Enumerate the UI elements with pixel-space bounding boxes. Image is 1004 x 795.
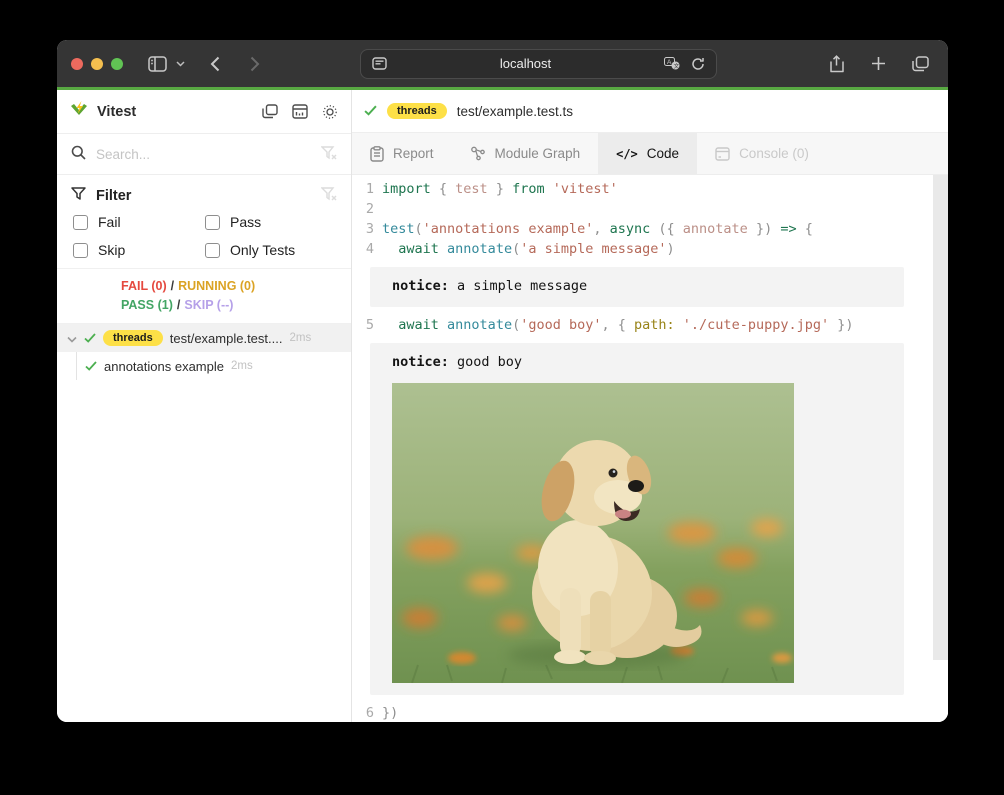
running-count: RUNNING (0) bbox=[178, 279, 255, 293]
line-number: 4 bbox=[352, 239, 374, 259]
forward-button[interactable] bbox=[241, 50, 269, 78]
filter-checkbox-skip[interactable]: Skip bbox=[73, 242, 205, 258]
notice-text: notice: a simple message bbox=[392, 277, 882, 295]
file-path: test/example.test.ts bbox=[457, 104, 573, 119]
scrollbar[interactable] bbox=[933, 175, 948, 660]
pass-count: PASS (1) bbox=[121, 298, 173, 312]
code-line: 3test('annotations example', async ({ an… bbox=[352, 219, 948, 239]
address-bar[interactable]: localhost A文 bbox=[360, 49, 717, 79]
test-duration: 2ms bbox=[289, 332, 311, 344]
code-line: 6}) bbox=[352, 703, 948, 722]
tab-code[interactable]: </> Code bbox=[598, 133, 697, 174]
search-icon bbox=[71, 145, 86, 163]
clear-search-filter-icon[interactable] bbox=[321, 146, 337, 163]
checkbox-icon[interactable] bbox=[73, 243, 88, 258]
browser-toolbar: localhost A文 bbox=[57, 40, 948, 87]
search-row bbox=[57, 134, 351, 175]
checkbox-icon[interactable] bbox=[205, 215, 220, 230]
sidebar-menu-chevron-icon[interactable] bbox=[173, 50, 187, 78]
translate-icon[interactable]: A文 bbox=[662, 50, 682, 78]
back-button[interactable] bbox=[201, 50, 229, 78]
tab-overview-icon[interactable] bbox=[906, 50, 934, 78]
line-number: 2 bbox=[352, 199, 374, 219]
vitest-logo-icon bbox=[69, 100, 89, 123]
test-case-row[interactable]: annotations example 2ms bbox=[57, 352, 351, 380]
page-settings-icon[interactable] bbox=[369, 50, 389, 78]
filter-section: Filter Fail Pass Skip Only Tests bbox=[57, 175, 351, 268]
theme-toggle-sun-icon[interactable] bbox=[321, 103, 339, 121]
annotation-notice: notice: good boy bbox=[370, 343, 904, 695]
test-case-name: annotations example bbox=[104, 359, 224, 374]
pool-badge: threads bbox=[103, 330, 163, 346]
code-editor[interactable]: 1import { test } from 'vitest'23test('an… bbox=[352, 175, 948, 722]
fail-count: FAIL (0) bbox=[121, 279, 167, 293]
code-text: await annotate('good boy', { path: './cu… bbox=[374, 315, 854, 335]
zoom-window-button[interactable] bbox=[111, 58, 123, 70]
test-duration: 2ms bbox=[231, 360, 253, 372]
code-text bbox=[374, 199, 382, 219]
app-title: Vitest bbox=[97, 104, 253, 120]
tab-console[interactable]: Console (0) bbox=[697, 133, 827, 174]
code-text: }) bbox=[374, 703, 398, 722]
test-file-name: test/example.test.... bbox=[170, 331, 283, 346]
code-line: 1import { test } from 'vitest' bbox=[352, 179, 948, 199]
dashboard-icon[interactable] bbox=[291, 103, 309, 121]
chevron-down-icon[interactable] bbox=[67, 331, 77, 346]
filter-checkbox-pass[interactable]: Pass bbox=[205, 214, 337, 230]
minimize-window-button[interactable] bbox=[91, 58, 103, 70]
notice-text: notice: good boy bbox=[392, 353, 882, 371]
main-panel: threads test/example.test.ts Report Modu… bbox=[352, 90, 948, 722]
code-line: 5 await annotate('good boy', { path: './… bbox=[352, 315, 948, 335]
browser-window: localhost A文 bbox=[57, 40, 948, 722]
screenshot-stage: localhost A文 bbox=[0, 0, 1004, 795]
test-tree: threads test/example.test.... 2ms annota… bbox=[57, 324, 351, 722]
search-input[interactable] bbox=[96, 147, 311, 162]
code-text: import { test } from 'vitest' bbox=[374, 179, 618, 199]
pass-check-icon bbox=[84, 331, 96, 346]
code-text: test('annotations example', async ({ ann… bbox=[374, 219, 813, 239]
puppy-image bbox=[392, 383, 794, 683]
skip-count: SKIP (--) bbox=[184, 298, 233, 312]
new-tab-icon[interactable] bbox=[864, 50, 892, 78]
code-icon: </> bbox=[616, 147, 638, 161]
code-text: await annotate('a simple message') bbox=[374, 239, 675, 259]
sidebar: Vitest bbox=[57, 90, 352, 722]
pass-check-icon bbox=[85, 359, 97, 374]
line-number: 5 bbox=[352, 315, 374, 335]
checkbox-icon[interactable] bbox=[205, 243, 220, 258]
tab-report[interactable]: Report bbox=[352, 133, 452, 174]
traffic-lights bbox=[71, 58, 123, 70]
reload-icon[interactable] bbox=[688, 50, 708, 78]
checkbox-icon[interactable] bbox=[73, 215, 88, 230]
filter-title: Filter bbox=[96, 188, 311, 204]
close-window-button[interactable] bbox=[71, 58, 83, 70]
svg-text:文: 文 bbox=[673, 62, 679, 70]
tab-module-graph[interactable]: Module Graph bbox=[452, 133, 599, 174]
pass-check-icon bbox=[364, 104, 377, 119]
code-line: 4 await annotate('a simple message') bbox=[352, 239, 948, 259]
line-number: 3 bbox=[352, 219, 374, 239]
svg-text:A: A bbox=[667, 59, 672, 66]
code-line: 2 bbox=[352, 199, 948, 219]
sidebar-header: Vitest bbox=[57, 90, 351, 134]
filter-funnel-icon bbox=[71, 187, 86, 204]
file-header: threads test/example.test.ts bbox=[352, 90, 948, 133]
url-text: localhost bbox=[389, 56, 662, 71]
pool-badge: threads bbox=[387, 103, 447, 119]
clear-filter-icon[interactable] bbox=[321, 187, 337, 204]
line-number: 6 bbox=[352, 703, 374, 722]
line-number: 1 bbox=[352, 179, 374, 199]
share-icon[interactable] bbox=[822, 50, 850, 78]
sidebar-toggle-icon[interactable] bbox=[143, 50, 171, 78]
tab-bar: Report Module Graph </> Code Console (0) bbox=[352, 133, 948, 175]
filter-checkbox-fail[interactable]: Fail bbox=[73, 214, 205, 230]
test-file-row[interactable]: threads test/example.test.... 2ms bbox=[57, 324, 351, 352]
annotation-notice: notice: a simple message bbox=[370, 267, 904, 307]
collapse-panels-icon[interactable] bbox=[261, 103, 279, 121]
filter-checkbox-only-tests[interactable]: Only Tests bbox=[205, 242, 337, 258]
test-status-summary: FAIL (0)/RUNNING (0) PASS (1)/SKIP (--) bbox=[57, 268, 351, 324]
